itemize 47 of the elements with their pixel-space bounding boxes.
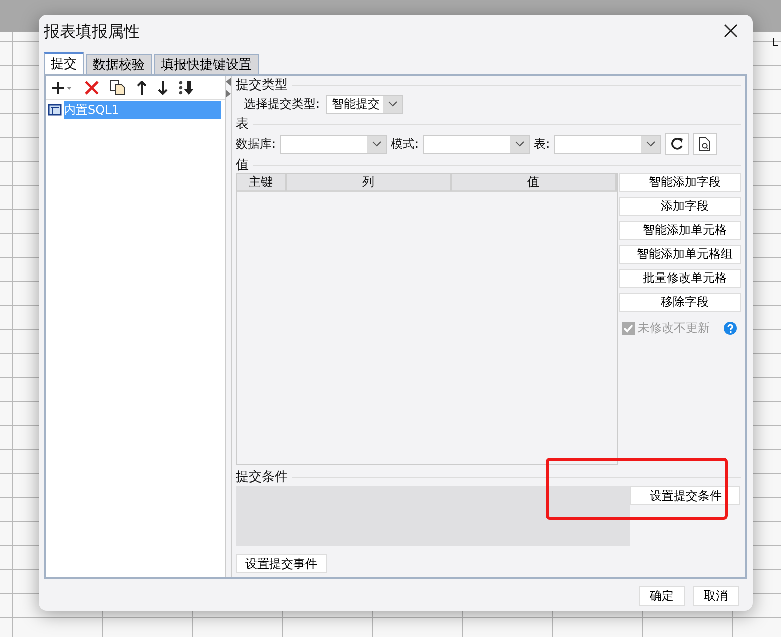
checkbox-label: 未修改不更新 xyxy=(638,320,710,337)
copy-icon[interactable] xyxy=(110,80,126,96)
column-header: 主键 xyxy=(237,174,287,191)
down-arrow-icon[interactable] xyxy=(158,80,168,94)
preview-button[interactable] xyxy=(693,133,718,155)
column-header: 列 xyxy=(287,174,452,191)
tab[interactable]: 提交 xyxy=(44,52,84,74)
tab[interactable]: 数据校验 xyxy=(86,54,152,74)
section-heading: 值 xyxy=(236,157,249,174)
action-button[interactable]: 智能添加字段 xyxy=(619,173,741,192)
refresh-button[interactable] xyxy=(665,133,690,155)
chevron-icon xyxy=(514,141,525,147)
dialog-button[interactable]: 取消 xyxy=(693,586,739,606)
action-button[interactable]: 添加字段 xyxy=(619,197,741,216)
table-icon xyxy=(48,103,64,117)
document-search-icon xyxy=(699,136,712,152)
chevron-icon xyxy=(388,101,398,107)
action-button[interactable]: 智能添加单元格组 xyxy=(619,245,741,264)
refresh-icon xyxy=(670,137,684,151)
dropdown-field[interactable] xyxy=(423,134,530,154)
add-icon[interactable] xyxy=(52,80,74,94)
section-heading: 提交条件 xyxy=(236,469,288,486)
cell-text: L xyxy=(772,36,780,50)
section-heading: 表 xyxy=(236,116,249,133)
set-event-button[interactable]: 设置提交事件 xyxy=(236,554,327,573)
column-header: 值 xyxy=(452,174,617,191)
help-icon[interactable] xyxy=(724,322,737,335)
submit-type-dropdown[interactable]: 智能提交 xyxy=(326,94,404,114)
field-label: 表: xyxy=(534,136,550,152)
delete-icon[interactable] xyxy=(85,80,99,94)
set-condition-button[interactable]: 设置提交条件 xyxy=(630,486,740,505)
dropdown-field[interactable] xyxy=(554,134,662,154)
up-arrow-icon[interactable] xyxy=(137,80,147,94)
move-bottom-icon[interactable] xyxy=(179,80,195,96)
action-button[interactable]: 移除字段 xyxy=(619,293,741,312)
chevron-icon xyxy=(646,141,656,147)
section-heading: 提交类型 xyxy=(236,77,288,94)
tab[interactable]: 填报快捷键设置 xyxy=(154,54,259,74)
field-label: 数据库: xyxy=(236,136,276,152)
window-title: 报表填报属性 xyxy=(44,22,140,42)
field-label: 选择提交类型: xyxy=(244,96,320,112)
field-label: 模式: xyxy=(391,136,420,152)
dropdown-field[interactable] xyxy=(280,134,388,154)
action-button[interactable]: 智能添加单元格 xyxy=(619,221,741,240)
action-button[interactable]: 批量修改单元格 xyxy=(619,269,741,288)
dialog-button[interactable]: 确定 xyxy=(639,586,685,606)
chevron-icon xyxy=(372,141,382,147)
